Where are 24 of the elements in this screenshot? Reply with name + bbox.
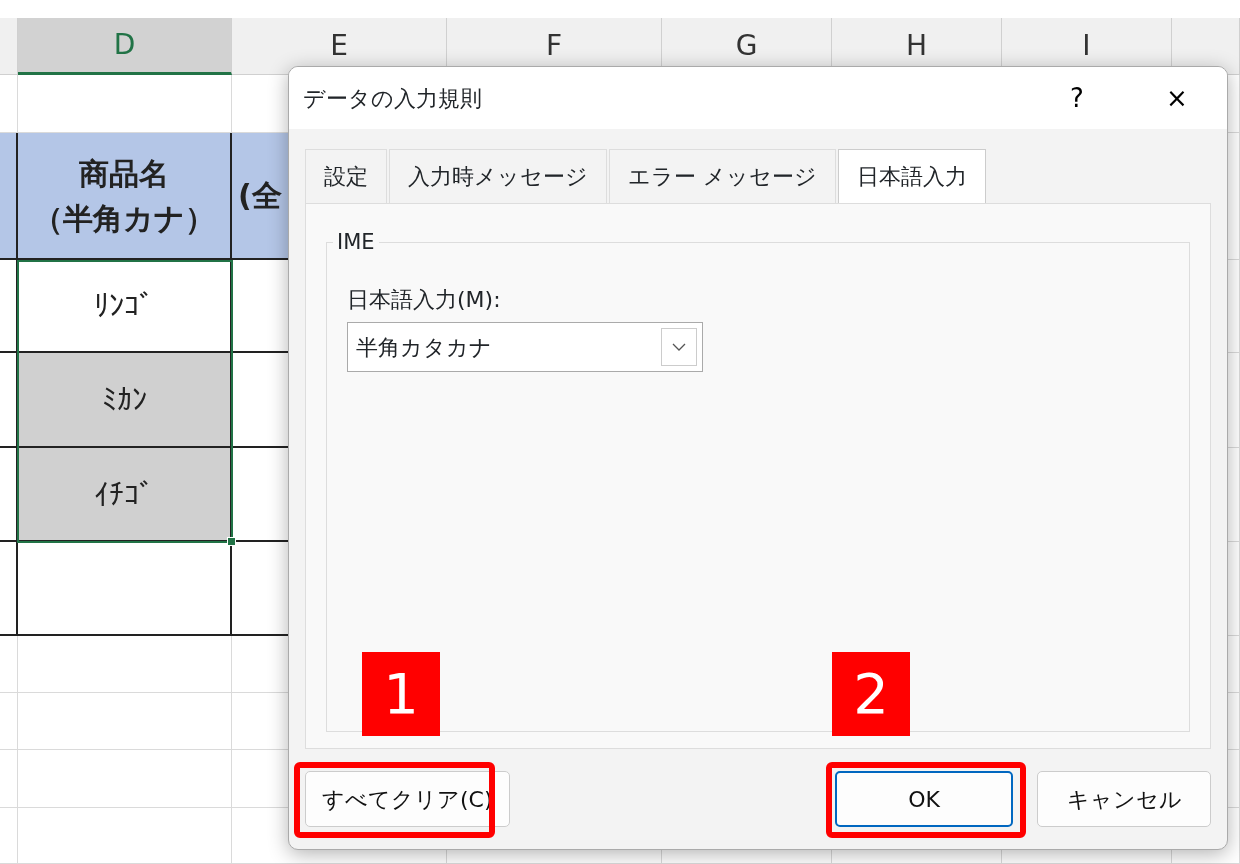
header-text: （半角カナ） — [33, 199, 215, 238]
header-text: (全 — [238, 177, 282, 215]
table-cell — [0, 808, 18, 864]
table-cell — [0, 636, 18, 693]
table-cell: ﾐｶﾝ — [18, 353, 232, 448]
column-header[interactable] — [0, 18, 18, 75]
tab[interactable]: 入力時メッセージ — [389, 149, 607, 203]
tab[interactable]: 設定 — [305, 149, 387, 203]
ok-button[interactable]: OK — [835, 771, 1013, 827]
chevron-down-icon — [672, 343, 686, 351]
cancel-button[interactable]: キャンセル — [1037, 771, 1211, 827]
step-number: 2 — [832, 652, 910, 736]
tab[interactable]: 日本語入力 — [838, 149, 986, 203]
column-header[interactable]: D — [18, 18, 232, 75]
table-cell — [0, 750, 18, 808]
fill-handle[interactable] — [227, 537, 236, 546]
table-cell: ｲﾁｺﾞ — [18, 448, 232, 542]
step-number: 1 — [362, 652, 440, 736]
window-title: データの入力規則 — [303, 84, 483, 113]
table-cell — [0, 693, 18, 750]
tab[interactable]: エラー メッセージ — [609, 149, 836, 203]
field-label: 日本語入力(M): — [347, 286, 502, 314]
dropdown-field[interactable]: 半角カタカナ — [347, 322, 703, 372]
header-text: 商品名 — [79, 154, 169, 193]
